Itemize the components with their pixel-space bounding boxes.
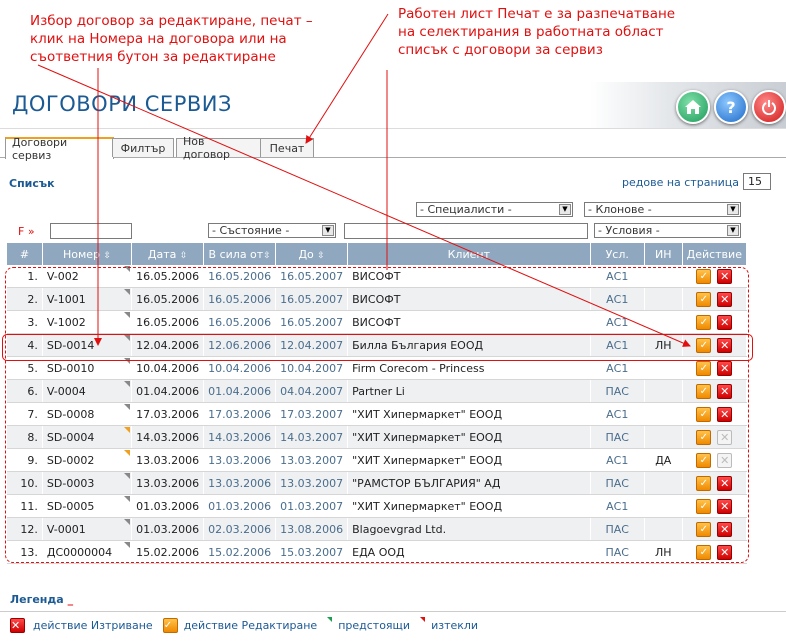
annotation-arrows [37, 13, 691, 347]
legend-title: Легенда _ [10, 593, 74, 606]
delete-icon: ✕ [10, 618, 25, 633]
expired-marker-icon [420, 617, 426, 622]
upcoming-marker-icon [327, 617, 333, 622]
legend-expired-label: изтекли [431, 619, 479, 632]
legend-upcoming-label: предстоящи [338, 619, 411, 632]
legend-edit-label: действие Редактиране [183, 619, 318, 632]
edit-icon: ✓ [162, 618, 178, 633]
legend-delete-label: действие Изтриване [33, 619, 153, 632]
legend-items: ✕ действие Изтриване ✓ действие Редактир… [10, 617, 479, 633]
legend-divider [0, 611, 786, 612]
